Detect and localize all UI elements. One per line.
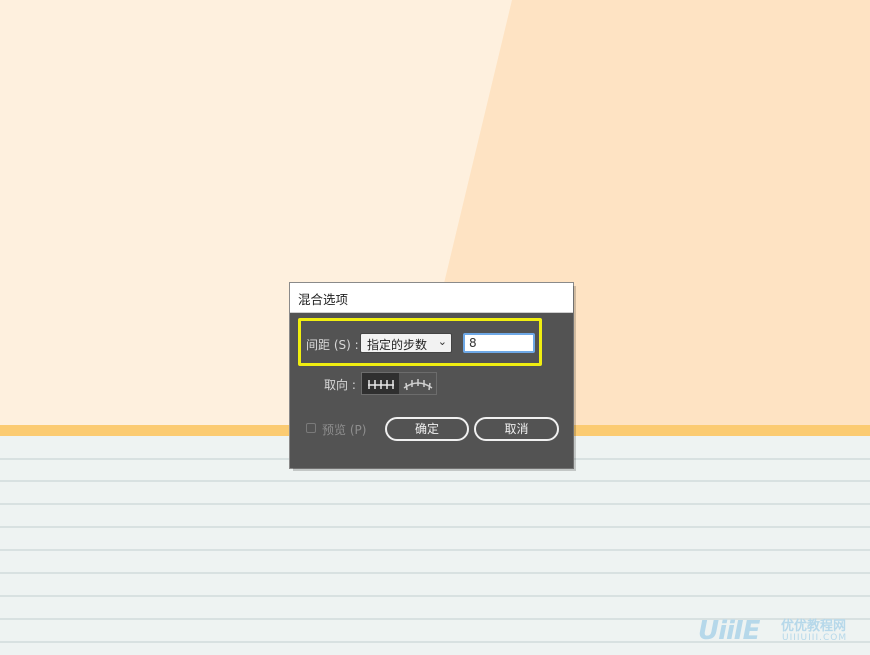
spacing-label: 间距 (S) : (306, 338, 359, 352)
chevron-down-icon: ⌄ (437, 335, 447, 348)
align-to-path-icon (403, 378, 432, 390)
spacing-steps-input[interactable] (463, 333, 535, 353)
floor-line (0, 572, 870, 574)
ok-button[interactable]: 确定 (385, 417, 469, 441)
watermark-url: UIIIUIII.COM (782, 633, 848, 643)
floor-line (0, 526, 870, 528)
floor-line (0, 503, 870, 505)
spacing-select-value: 指定的步数 (367, 338, 428, 352)
floor-line (0, 549, 870, 551)
floor-line (0, 480, 870, 482)
dialog-titlebar[interactable]: 混合选项 (290, 283, 573, 313)
floor-line (0, 595, 870, 597)
watermark-logo: UiiIE (698, 616, 760, 646)
preview-checkbox[interactable] (306, 423, 316, 433)
align-to-page-button[interactable] (362, 373, 399, 394)
align-to-path-button[interactable] (399, 373, 436, 394)
preview-label[interactable]: 预览 (P) (322, 421, 366, 438)
cancel-button[interactable]: 取消 (474, 417, 559, 441)
watermark-site-name: 优优教程网 (781, 619, 847, 634)
spacing-select[interactable]: 指定的步数 ⌄ (360, 333, 452, 353)
orientation-toggle-group (361, 372, 437, 395)
dialog-title: 混合选项 (298, 292, 349, 307)
orientation-label: 取向 : (324, 378, 356, 392)
align-to-page-icon (367, 379, 394, 389)
